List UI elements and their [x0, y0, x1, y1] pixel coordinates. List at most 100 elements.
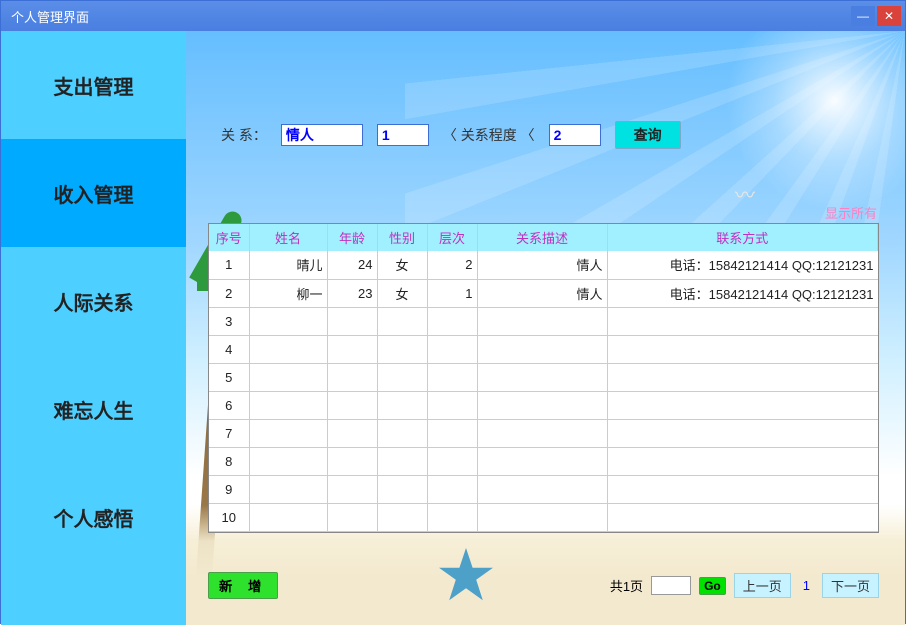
table-cell	[377, 307, 427, 335]
table-row[interactable]: 5	[209, 363, 878, 391]
column-header: 性别	[377, 224, 427, 251]
table-cell: 2	[209, 279, 249, 307]
table-cell: 7	[209, 419, 249, 447]
table-cell	[477, 391, 607, 419]
sun-decoration	[725, 31, 905, 211]
table-cell	[477, 363, 607, 391]
table-cell: 情人	[477, 251, 607, 279]
table-row[interactable]: 3	[209, 307, 878, 335]
current-page: 1	[799, 578, 814, 593]
table-row[interactable]: 2柳一23女1情人电话：15842121414 QQ:12121231	[209, 279, 878, 307]
sidebar-item-relations[interactable]: 人际关系	[1, 247, 186, 355]
table-cell	[477, 447, 607, 475]
table-cell	[249, 503, 327, 531]
table-cell	[327, 391, 377, 419]
window-title: 个人管理界面	[11, 7, 89, 26]
relation-label: 关 系：	[221, 125, 267, 145]
table-cell: 3	[209, 307, 249, 335]
pager: 新 增 共1页 Go 上一页 1 下一页	[208, 572, 879, 599]
table-cell	[607, 475, 878, 503]
table-cell	[607, 363, 878, 391]
table-row[interactable]: 8	[209, 447, 878, 475]
go-button[interactable]: Go	[699, 577, 726, 595]
table-cell	[427, 335, 477, 363]
sidebar: 支出管理 收入管理 人际关系 难忘人生 个人感悟	[1, 31, 186, 625]
table-cell	[249, 475, 327, 503]
table-row[interactable]: 10	[209, 503, 878, 531]
table-cell: 8	[209, 447, 249, 475]
table-cell	[377, 363, 427, 391]
table-row[interactable]: 9	[209, 475, 878, 503]
table-row[interactable]: 1晴儿24女2情人电话：15842121414 QQ:12121231	[209, 251, 878, 279]
table-cell: 女	[377, 279, 427, 307]
table-cell	[477, 419, 607, 447]
table-cell: 情人	[477, 279, 607, 307]
sidebar-item-income[interactable]: 收入管理	[1, 139, 186, 247]
main-panel: 〰 关 系： 〈 关系程度 〈 查询 显示所有	[186, 31, 905, 625]
table-cell	[249, 391, 327, 419]
table-row[interactable]: 4	[209, 335, 878, 363]
window-body: 支出管理 收入管理 人际关系 难忘人生 个人感悟 〰 关 系：	[1, 31, 905, 625]
window-controls: — ✕	[851, 6, 901, 26]
table-cell: 9	[209, 475, 249, 503]
table-cell	[327, 419, 377, 447]
minimize-button[interactable]: —	[851, 6, 875, 26]
table-cell: 2	[427, 251, 477, 279]
search-bar: 关 系： 〈 关系程度 〈 查询	[221, 121, 681, 149]
table-cell	[607, 503, 878, 531]
table-cell	[377, 335, 427, 363]
show-all-link[interactable]: 显示所有	[825, 203, 877, 222]
table-cell	[477, 475, 607, 503]
column-header: 姓名	[249, 224, 327, 251]
table-cell	[477, 335, 607, 363]
column-header: 层次	[427, 224, 477, 251]
table-row[interactable]: 6	[209, 391, 878, 419]
table-cell	[427, 503, 477, 531]
query-button[interactable]: 查询	[615, 121, 681, 149]
range-label: 〈 关系程度 〈	[443, 125, 535, 145]
next-page-button[interactable]: 下一页	[822, 573, 879, 598]
table-cell	[327, 335, 377, 363]
prev-page-button[interactable]: 上一页	[734, 573, 791, 598]
table-cell	[427, 391, 477, 419]
table-cell	[377, 475, 427, 503]
table-cell	[249, 363, 327, 391]
column-header: 关系描述	[477, 224, 607, 251]
sidebar-item-expense[interactable]: 支出管理	[1, 31, 186, 139]
table-cell: 女	[377, 251, 427, 279]
range-from-input[interactable]	[377, 124, 429, 146]
table-cell: 电话：15842121414 QQ:12121231	[607, 279, 878, 307]
table-cell	[427, 419, 477, 447]
table-cell	[607, 335, 878, 363]
table-cell	[477, 503, 607, 531]
sidebar-item-thoughts[interactable]: 个人感悟	[1, 463, 186, 571]
add-button[interactable]: 新 增	[208, 572, 278, 599]
range-to-input[interactable]	[549, 124, 601, 146]
total-pages-label: 共1页	[610, 576, 643, 595]
table-cell	[477, 307, 607, 335]
app-window: 个人管理界面 — ✕ 支出管理 收入管理 人际关系 难忘人生 个人感悟 〰	[0, 0, 906, 624]
results-table: 序号姓名年龄性别层次关系描述联系方式 1晴儿24女2情人电话：158421214…	[208, 223, 879, 533]
table-cell: 1	[209, 251, 249, 279]
table-cell: 晴儿	[249, 251, 327, 279]
table-row[interactable]: 7	[209, 419, 878, 447]
table-cell: 24	[327, 251, 377, 279]
goto-page-input[interactable]	[651, 576, 691, 595]
bird-icon: 〰	[735, 179, 755, 208]
titlebar: 个人管理界面 — ✕	[1, 1, 905, 31]
table-cell: 1	[427, 279, 477, 307]
table-cell	[427, 307, 477, 335]
relation-input[interactable]	[281, 124, 363, 146]
close-button[interactable]: ✕	[877, 6, 901, 26]
column-header: 年龄	[327, 224, 377, 251]
column-header: 序号	[209, 224, 249, 251]
table-cell	[327, 363, 377, 391]
table-cell	[249, 447, 327, 475]
table-cell	[249, 307, 327, 335]
table-cell: 柳一	[249, 279, 327, 307]
table-cell	[377, 391, 427, 419]
column-header: 联系方式	[607, 224, 878, 251]
table-cell	[427, 363, 477, 391]
table-cell	[327, 447, 377, 475]
sidebar-item-memories[interactable]: 难忘人生	[1, 355, 186, 463]
